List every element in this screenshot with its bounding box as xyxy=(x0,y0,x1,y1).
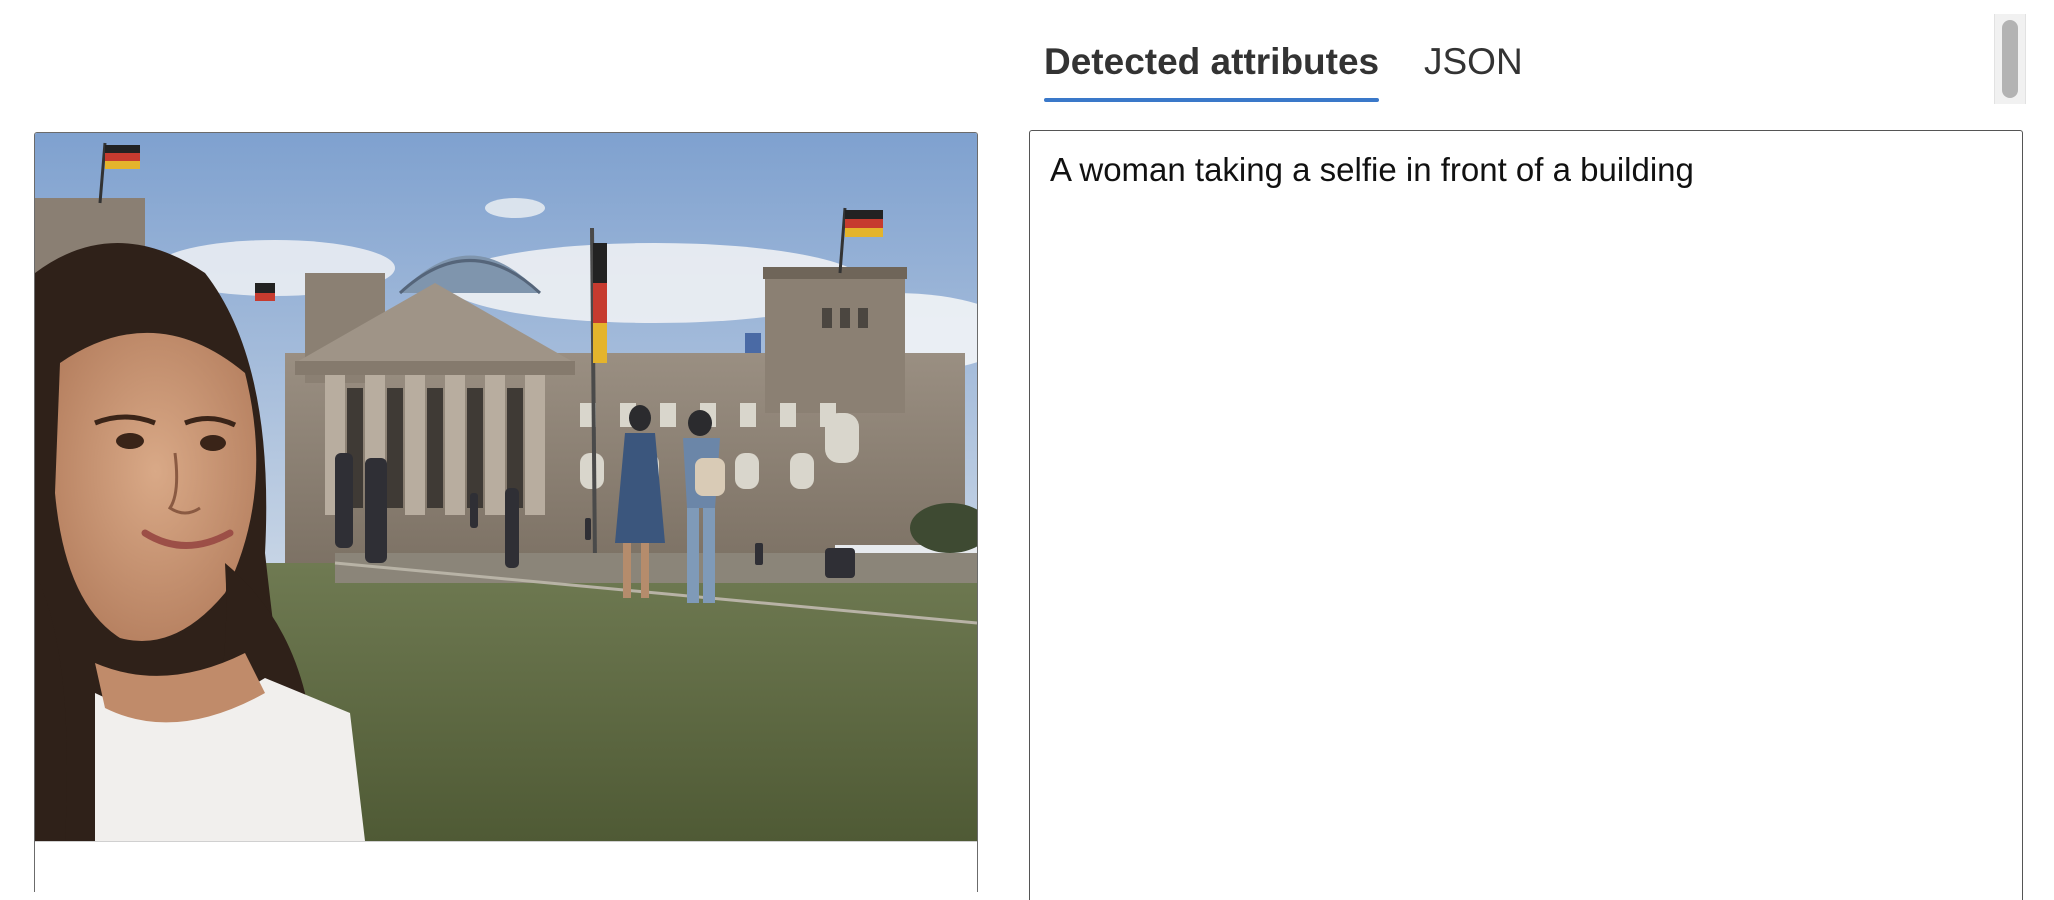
tab-json[interactable]: JSON xyxy=(1424,36,1523,106)
tab-detected-attributes[interactable]: Detected attributes xyxy=(1044,36,1380,106)
uploaded-photo xyxy=(35,133,977,841)
scrollbar-thumb[interactable] xyxy=(2002,20,2018,98)
image-panel xyxy=(34,132,978,892)
scrollbar-track[interactable] xyxy=(1994,14,2026,104)
image-caption: A woman taking a selfie in front of a bu… xyxy=(1050,151,1694,188)
image-panel-footer xyxy=(35,841,977,892)
detected-attributes-panel: A woman taking a selfie in front of a bu… xyxy=(1029,130,2023,900)
